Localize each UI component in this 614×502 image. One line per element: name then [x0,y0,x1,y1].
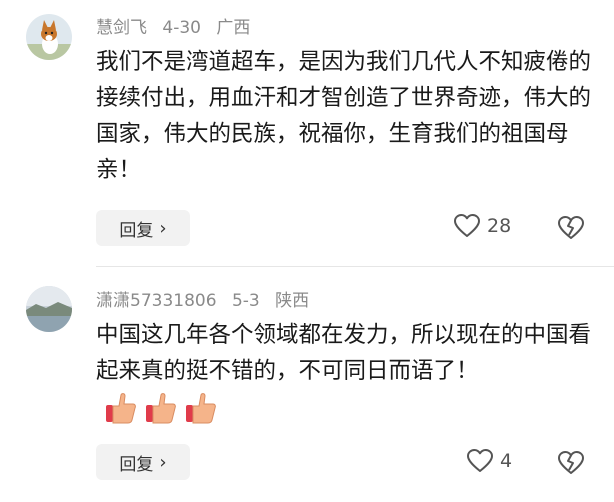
broken-heart-icon [558,451,584,474]
comment-location: 广西 [216,18,251,38]
landscape-avatar-icon [26,286,72,332]
reply-button[interactable]: 回复 › [96,444,190,480]
user-avatar[interactable] [26,286,72,332]
heart-outline-icon [454,214,480,237]
comment-date: 4-30 [162,18,201,38]
comment-text: 我们不是湾道超车，是因为我们几代人不知疲倦的接续付出，用血汗和才智创造了世界奇迹… [96,49,592,183]
comment-text: 中国这几年各个领域都在发力，所以现在的中国看起来真的挺不错的，不可同日而语了！ [96,317,592,425]
comment-text-content: 中国这几年各个领域都在发力，所以现在的中国看起来真的挺不错的，不可同日而语了！ [96,322,592,384]
heart-outline-icon [467,449,493,472]
emoji-group [104,391,218,425]
reply-label: 回复 [119,454,154,475]
chevron-right-icon: › [159,217,167,239]
comment-meta: 潇潇57331806 5-3 陕西 [96,286,319,311]
reply-button[interactable]: 回复 › [96,210,190,246]
thumbs-up-icon [146,392,176,423]
like-button[interactable]: 28 [453,213,511,239]
username[interactable]: 潇潇57331806 [96,291,217,311]
username[interactable]: 慧剑飞 [96,18,147,38]
chevron-right-icon: › [159,451,167,473]
dislike-button[interactable] [557,215,585,245]
comment-meta: 慧剑飞 4-30 广西 [96,13,260,38]
like-button[interactable]: 4 [466,448,512,474]
like-count: 28 [487,215,512,237]
user-avatar[interactable] [26,14,72,60]
broken-heart-icon [558,216,584,239]
like-count: 4 [500,450,513,472]
thumbs-up-icon [106,392,136,423]
comment-date: 5-3 [231,291,260,311]
comment-location: 陕西 [275,291,310,311]
reply-label: 回复 [119,220,154,241]
comment-item: 慧剑飞 4-30 广西 我们不是湾道超车，是因为我们几代人不知疲倦的接续付出，用… [0,0,614,265]
thumbs-up-icon [186,392,216,423]
dog-avatar-icon [26,14,72,60]
comment-item: 潇潇57331806 5-3 陕西 中国这几年各个领域都在发力，所以现在的中国看… [0,266,614,502]
dislike-button[interactable] [557,450,585,480]
